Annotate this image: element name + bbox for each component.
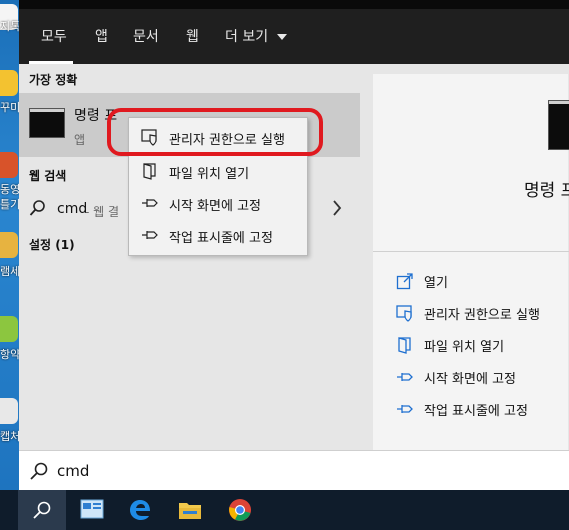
action-pin-to-start-label: 시작 화면에 고정 [424,372,516,387]
desktop-icon-label: 캡처 [0,430,19,443]
desktop-app-icon[interactable] [0,398,18,424]
command-prompt-large-icon [548,100,569,150]
context-open-file-location[interactable]: 파일 위치 열기 [129,156,307,186]
search-filter-bar: 모두 앱 문서 웹 더 보기 [19,0,569,64]
folder-icon [179,503,201,519]
chevron-right-icon[interactable] [332,200,342,216]
pin-icon [397,373,413,381]
context-pin-to-taskbar[interactable]: 작업 표시줄에 고정 [129,220,307,250]
tab-apps[interactable]: 앱 [95,26,108,46]
highlight-annotation [107,108,323,156]
open-icon [396,273,413,290]
section-settings: 설정 (1) [29,238,75,252]
preview-pane [373,74,568,450]
action-open-file-location[interactable]: 파일 위치 열기 [396,334,569,358]
desktop-icon-label: 지톡 [0,20,19,33]
desktop-icon-label: 램세 [0,265,19,278]
action-open-label: 열기 [424,276,448,291]
admin-shield-icon [396,305,412,322]
section-web-search: 웹 검색 [29,169,67,183]
tab-documents[interactable]: 문서 [133,26,159,46]
preview-divider [373,251,569,252]
edge-browser-icon [130,500,150,520]
search-icon [30,462,48,480]
desktop-app-icon[interactable] [0,316,18,342]
desktop-icon-label: 틀기 [0,198,19,211]
active-tab-indicator [29,61,73,64]
desktop-strip: 지톡 꾸미 동영 틀기 램세 항약 캡처 [0,0,19,490]
context-pin-to-start[interactable]: 시작 화면에 고정 [129,188,307,218]
search-input[interactable]: cmd [57,462,89,480]
desktop-app-icon[interactable] [0,152,18,178]
folder-open-icon [398,337,411,354]
action-pin-to-taskbar-label: 작업 표시줄에 고정 [424,404,528,419]
desktop-icon-label: 동영 [0,183,19,196]
action-run-as-admin[interactable]: 관리자 권한으로 실행 [396,302,569,326]
action-open[interactable]: 열기 [396,270,569,294]
web-search-query: cmd [57,201,88,217]
search-icon [29,200,45,216]
tab-more-label: 더 보기 [225,29,269,45]
context-item-label: 작업 표시줄에 고정 [169,231,273,246]
search-icon [33,501,51,519]
action-pin-to-start[interactable]: 시작 화면에 고정 [396,366,569,390]
action-open-file-location-label: 파일 위치 열기 [424,340,505,355]
taskbar-explorer-button[interactable] [166,490,214,530]
tab-all[interactable]: 모두 [41,26,67,46]
folder-open-icon [143,163,156,180]
desktop-icon-label: 꾸미 [0,101,19,114]
top-strip [19,0,569,9]
best-match-subtitle: 앱 [74,133,86,147]
taskbar-chrome-button[interactable] [216,490,264,530]
pin-icon [397,405,413,413]
taskbar-app-button[interactable] [68,490,116,530]
tab-web[interactable]: 웹 [186,26,199,46]
desktop-app-icon[interactable] [0,232,18,258]
chevron-down-icon [276,34,287,40]
action-run-as-admin-label: 관리자 권한으로 실행 [424,308,540,323]
section-best-match: 가장 정확 [29,73,78,87]
search-box[interactable]: cmd [19,450,569,491]
command-prompt-icon [29,108,65,138]
app-window-icon [80,499,104,519]
context-item-label: 시작 화면에 고정 [169,199,261,214]
preview-title: 명령 프 [524,181,569,201]
desktop-app-icon[interactable] [0,70,18,96]
taskbar-edge-button[interactable] [116,490,164,530]
desktop-icon-label: 항약 [0,348,19,361]
tab-more[interactable]: 더 보기 [225,26,287,46]
pin-icon [142,231,158,239]
pin-icon [142,199,158,207]
chrome-browser-icon [229,499,251,521]
context-item-label: 파일 위치 열기 [169,167,250,182]
taskbar [0,490,569,530]
web-search-suffix: - 웹 결 [85,205,120,219]
action-pin-to-taskbar[interactable]: 작업 표시줄에 고정 [396,398,569,422]
taskbar-search-button[interactable] [18,490,66,530]
